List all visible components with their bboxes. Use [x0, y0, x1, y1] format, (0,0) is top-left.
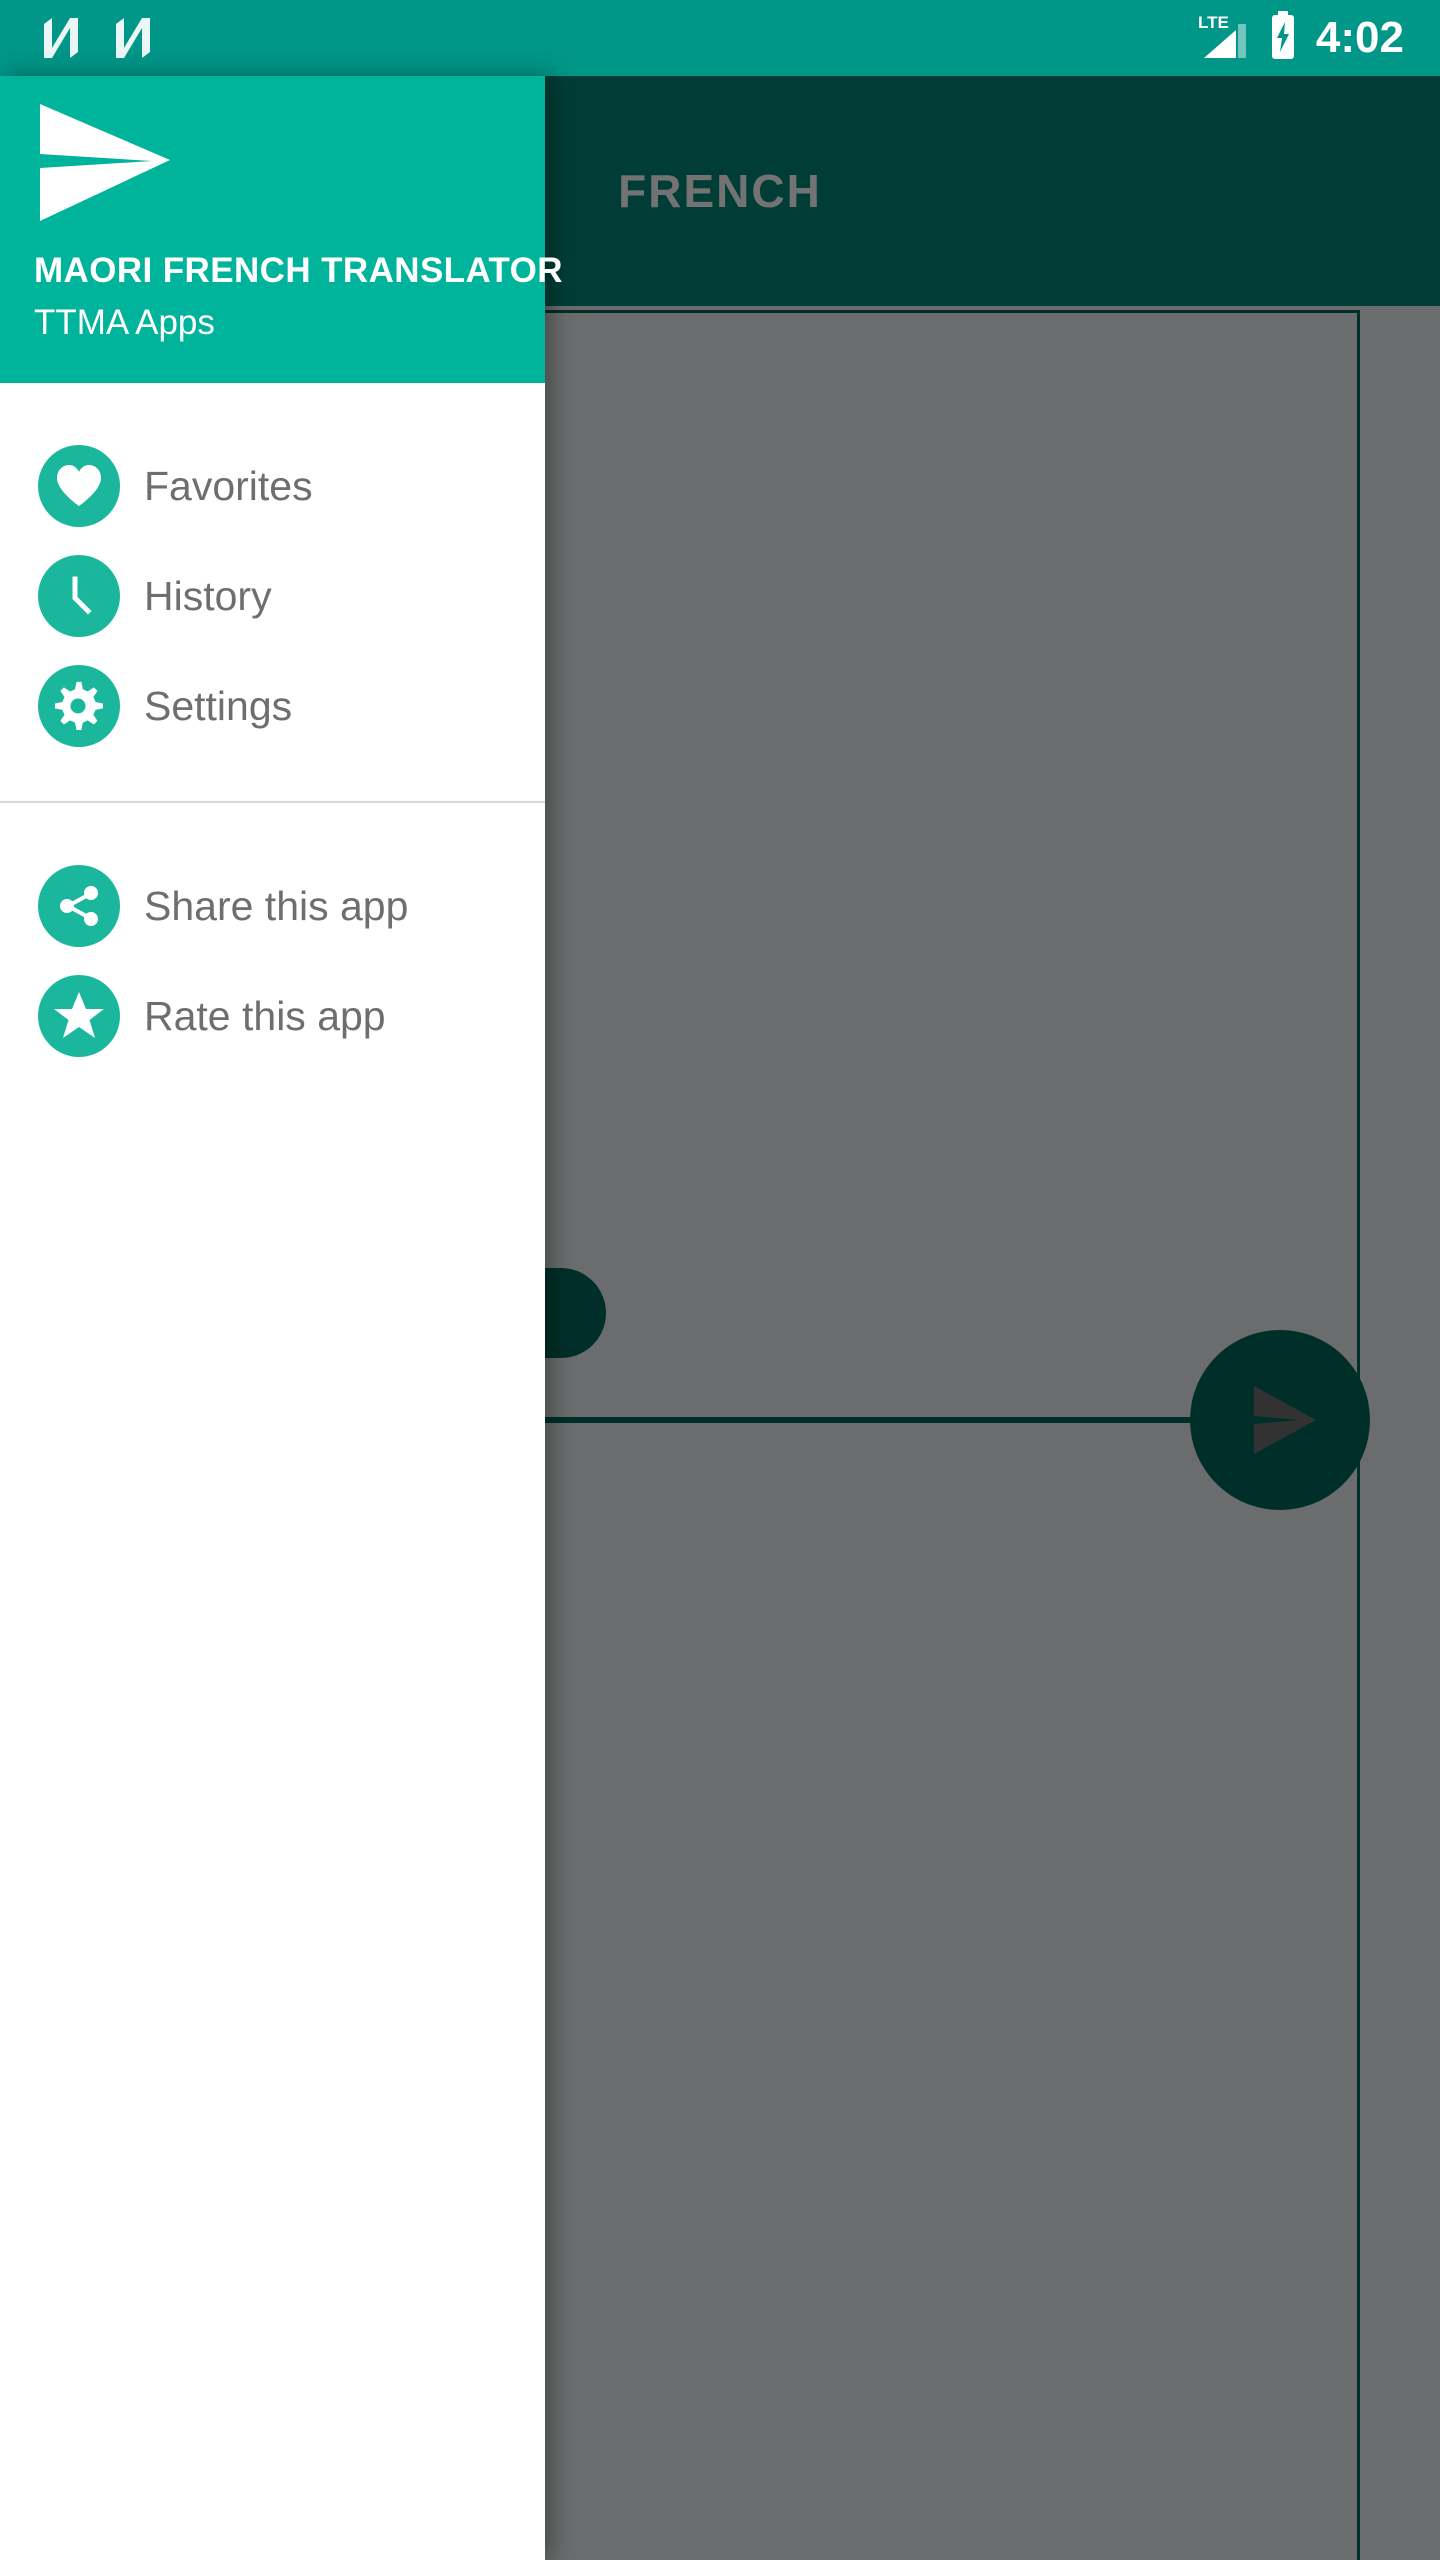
drawer-item-label: History — [144, 572, 272, 619]
drawer-menu-list: Favorites History Settings Share this ap… — [0, 383, 545, 1071]
drawer-second-group-spacer — [0, 803, 545, 851]
drawer-item-history[interactable]: History — [0, 541, 545, 651]
drawer-item-label: Share this app — [144, 882, 409, 929]
drawer-item-share-app[interactable]: Share this app — [0, 851, 545, 961]
drawer-app-title: MAORI FRENCH TRANSLATOR — [34, 251, 563, 290]
drawer-group-spacer — [0, 761, 545, 801]
status-clock: 4:02 — [1315, 13, 1404, 62]
phone-screen: FRENCH — [0, 0, 1440, 2560]
svg-text:LTE: LTE — [1198, 13, 1229, 32]
gear-icon — [38, 665, 120, 747]
clock-icon — [38, 555, 120, 637]
signal-bars-icon: LTE — [1196, 10, 1250, 67]
drawer-header: MAORI FRENCH TRANSLATOR TTMA Apps — [0, 76, 563, 383]
drawer-app-subtitle: TTMA Apps — [34, 303, 215, 342]
n-logo-icon — [38, 14, 84, 67]
drawer-item-label: Rate this app — [144, 992, 386, 1039]
drawer-item-rate-app[interactable]: Rate this app — [0, 961, 545, 1071]
paper-plane-logo-icon — [34, 100, 194, 225]
status-right-cluster: LTE 4:02 — [1196, 0, 1404, 76]
status-notification-icons — [38, 14, 156, 67]
drawer-item-settings[interactable]: Settings — [0, 651, 545, 761]
status-bar: LTE 4:02 — [0, 0, 1440, 76]
drawer-item-label: Settings — [144, 682, 293, 729]
drawer-item-label: Favorites — [144, 462, 313, 509]
navigation-drawer: MAORI FRENCH TRANSLATOR TTMA Apps Favori… — [0, 76, 563, 2560]
drawer-item-favorites[interactable]: Favorites — [0, 431, 545, 541]
drawer-top-spacer — [0, 383, 545, 431]
n-logo-icon — [110, 14, 156, 67]
battery-charging-icon — [1268, 10, 1298, 67]
heart-icon — [38, 445, 120, 527]
star-icon — [38, 975, 120, 1057]
share-icon — [38, 865, 120, 947]
